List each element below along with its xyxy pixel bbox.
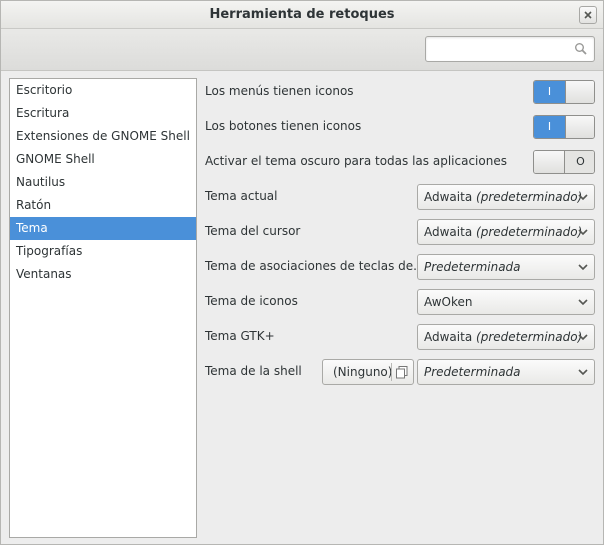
setting-label: Activar el tema oscuro para todas las ap… [205,154,507,168]
toolbar [1,29,603,71]
chevron-down-icon [578,194,588,201]
setting-label: Tema de iconos [205,294,298,308]
chevron-down-icon [578,229,588,236]
setting-label: Tema de asociaciones de teclas de... [205,259,425,273]
combo-value: Predeterminada [424,260,521,274]
sidebar-item-tema[interactable]: Tema [10,217,196,240]
sidebar-item-label: Escritura [16,106,70,120]
sidebar-item-extensiones[interactable]: Extensiones de GNOME Shell [10,125,196,148]
setting-label: Los botones tienen iconos [205,119,362,133]
titlebar: Herramienta de retoques [1,1,603,29]
sidebar-item-label: Extensiones de GNOME Shell [16,129,190,143]
setting-row-buttons-icons: Los botones tienen iconos I [205,113,595,141]
setting-row-gtk-theme: Tema GTK+ Adwaita (predeterminado) [205,323,595,351]
switch-on-glyph: I [534,116,565,138]
icon-theme-combo[interactable]: AwOken [417,289,595,315]
search-icon [575,43,587,55]
dark-theme-switch[interactable]: O [533,150,595,174]
sidebar-item-label: Tipografías [16,244,83,258]
sidebar-item-ventanas[interactable]: Ventanas [10,263,196,286]
sidebar-item-escritorio[interactable]: Escritorio [10,79,196,102]
setting-row-shell-theme: Tema de la shell (Ninguno) Predeterminad… [205,358,595,386]
cursor-theme-combo[interactable]: Adwaita (predeterminado) [417,219,595,245]
keybinding-theme-combo[interactable]: Predeterminada [417,254,595,280]
sidebar-item-escritura[interactable]: Escritura [10,102,196,125]
tweak-tool-window: Herramienta de retoques Escritorio Escri… [0,0,604,545]
setting-label: Tema de la shell [205,364,302,378]
sidebar-item-label: Escritorio [16,83,73,97]
combo-value: Predeterminada [424,365,521,379]
switch-off-glyph: O [565,151,594,173]
sidebar-item-raton[interactable]: Ratón [10,194,196,217]
setting-label: Tema actual [205,189,278,203]
switch-handle [565,81,594,103]
chevron-down-icon [578,369,588,376]
setting-label: Tema GTK+ [205,329,275,343]
sidebar-item-tipografias[interactable]: Tipografías [10,240,196,263]
chevron-down-icon [578,299,588,306]
setting-row-current-theme: Tema actual Adwaita (predeterminado) [205,183,595,211]
setting-row-icon-theme: Tema de iconos AwOken [205,288,595,316]
setting-row-cursor-theme: Tema del cursor Adwaita (predeterminado) [205,218,595,246]
sidebar-item-label: Ratón [16,198,52,212]
switch-handle [565,116,594,138]
sidebar-item-gnome-shell[interactable]: GNOME Shell [10,148,196,171]
current-theme-combo[interactable]: Adwaita (predeterminado) [417,184,595,210]
search-input[interactable] [430,40,570,58]
combo-value: Adwaita (predeterminado) [424,330,583,344]
setting-label: Los menús tienen iconos [205,84,354,98]
shell-theme-combo[interactable]: Predeterminada [417,359,595,385]
copy-icon [396,366,408,379]
switch-on-glyph: I [534,81,565,103]
gtk-theme-combo[interactable]: Adwaita (predeterminado) [417,324,595,350]
sidebar-item-label: Nautilus [16,175,66,189]
file-button-separator [391,363,392,381]
buttons-icons-switch[interactable]: I [533,115,595,139]
close-icon [584,11,592,19]
shell-theme-file-button[interactable]: (Ninguno) [322,359,414,385]
switch-handle [534,151,565,173]
sidebar-item-label: GNOME Shell [16,152,95,166]
file-button-label: (Ninguno) [333,365,393,379]
sidebar-item-label: Ventanas [16,267,72,281]
category-sidebar: Escritorio Escritura Extensiones de GNOM… [9,78,197,538]
setting-row-keybinding-theme: Tema de asociaciones de teclas de... Pre… [205,253,595,281]
combo-value: Adwaita (predeterminado) [424,225,583,239]
window-title: Herramienta de retoques [209,7,395,22]
menus-icons-switch[interactable]: I [533,80,595,104]
close-button[interactable] [579,6,597,24]
sidebar-item-nautilus[interactable]: Nautilus [10,171,196,194]
combo-value: Adwaita (predeterminado) [424,190,583,204]
combo-value: AwOken [424,295,473,309]
setting-row-menus-icons: Los menús tienen iconos I [205,78,595,106]
search-field[interactable] [425,36,595,62]
chevron-down-icon [578,334,588,341]
setting-label: Tema del cursor [205,224,301,238]
setting-row-dark-theme: Activar el tema oscuro para todas las ap… [205,148,595,176]
sidebar-item-label: Tema [16,221,48,235]
chevron-down-icon [578,264,588,271]
